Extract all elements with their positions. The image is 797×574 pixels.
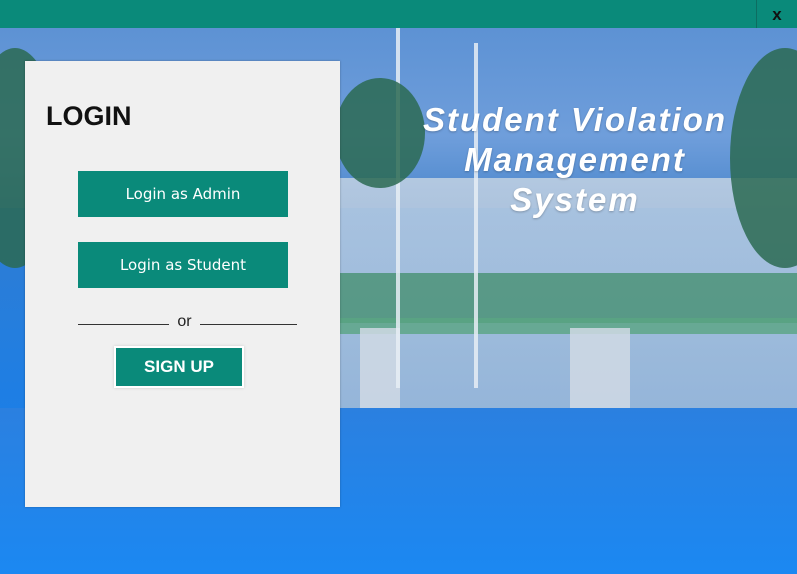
login-heading: LOGIN <box>46 101 132 131</box>
background-pillar <box>570 328 630 408</box>
app-title-line: Management <box>464 141 686 178</box>
app-title: Student Violation Management System <box>395 100 755 220</box>
sign-up-button[interactable]: SIGN UP <box>116 348 242 386</box>
login-panel: LOGIN Login as Admin Login as Student or… <box>25 61 340 507</box>
title-bar: x <box>0 0 797 29</box>
app-title-line: System <box>510 181 640 218</box>
login-as-admin-button[interactable]: Login as Admin <box>78 171 288 217</box>
app-title-line: Student Violation <box>422 101 728 138</box>
close-button[interactable]: x <box>756 0 797 29</box>
or-separator: or <box>177 313 192 330</box>
divider-line <box>78 324 169 325</box>
background-building-roof <box>330 318 797 334</box>
background-pillar <box>360 328 400 408</box>
divider-line <box>200 324 297 325</box>
login-as-student-button[interactable]: Login as Student <box>78 242 288 288</box>
background-building-band <box>330 273 797 323</box>
